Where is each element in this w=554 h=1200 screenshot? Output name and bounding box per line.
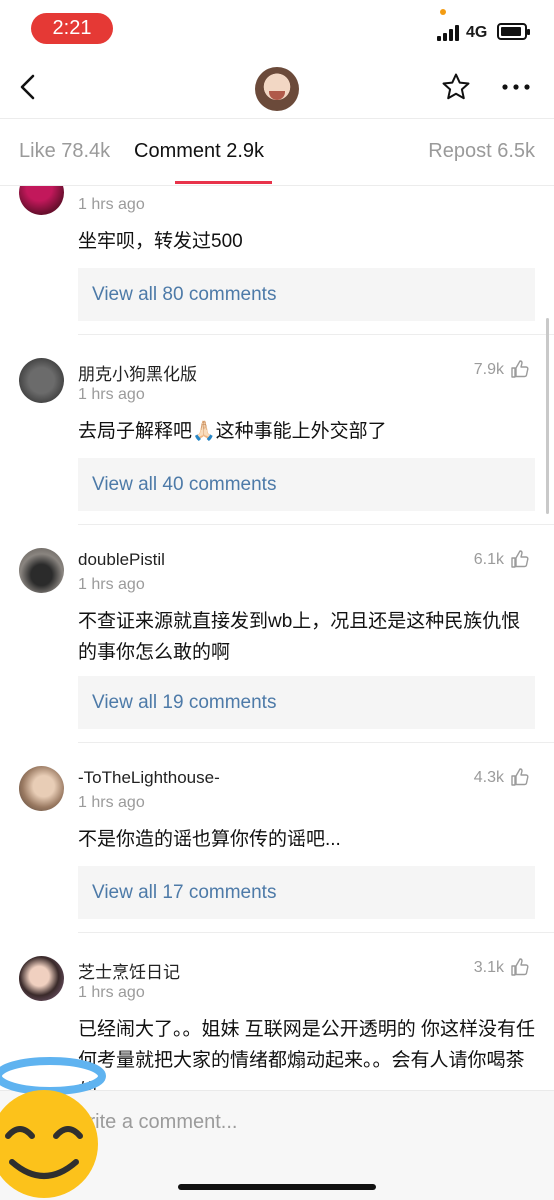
comment-avatar[interactable] (19, 358, 64, 403)
thumbs-up-icon[interactable] (510, 767, 530, 787)
thumbs-up-icon[interactable] (510, 359, 530, 379)
comment-text: 已经闹大了。。姐妹 互联网是公开透明的 你这样没有任何考量就把大家的情绪都煽动起… (78, 1019, 536, 1090)
comment-like-count: 4.3k (473, 769, 504, 786)
view-replies-label: View all 80 comments (92, 284, 277, 305)
signal-icon (437, 25, 461, 41)
more-icon[interactable] (500, 72, 532, 102)
view-replies-label: View all 17 comments (92, 882, 277, 903)
comment-item: 1 hrs ago 坐牢呗，转发过500 View all 80 comment… (0, 186, 554, 335)
comment-time: 1 hrs ago (78, 794, 145, 811)
view-replies-button[interactable]: View all 19 comments (78, 676, 535, 729)
view-replies-button[interactable]: View all 40 comments (78, 458, 535, 511)
comment-avatar[interactable] (19, 186, 64, 215)
comment-like-count: 6.1k (473, 551, 504, 568)
comment-username[interactable]: -ToTheLighthouse- (78, 768, 220, 788)
battery-icon (497, 23, 530, 40)
network-label: 4G (466, 24, 488, 41)
status-time: 2:21 (31, 13, 113, 44)
comment-text: 不查证来源就直接发到wb上，况且还是这种民族仇恨的事你怎么敢的啊 (78, 611, 521, 663)
back-arrow-icon[interactable] (14, 70, 44, 104)
comment-text: 去局子解释吧🙏🏻这种事能上外交部了 (78, 421, 387, 442)
tab-comment[interactable]: Comment 2.9k (134, 140, 264, 163)
comment-item: doublePistil 1 hrs ago 6.1k 不查证来源就直接发到wb… (0, 524, 554, 743)
comment-username[interactable]: doublePistil (78, 550, 165, 570)
comment-username[interactable]: 朋克小狗黑化版 (78, 360, 197, 385)
view-replies-label: View all 19 comments (92, 692, 277, 713)
comment-list[interactable]: 1 hrs ago 坐牢呗，转发过500 View all 80 comment… (0, 186, 554, 1090)
comment-like-count: 3.1k (473, 959, 504, 976)
active-tab-indicator (175, 181, 272, 184)
comment-avatar[interactable] (19, 956, 64, 1001)
smiling-angel-emoji-icon (0, 1057, 106, 1198)
tab-bar: Like 78.4k Comment 2.9k Repost 6.5k (0, 118, 554, 186)
thumbs-up-icon[interactable] (510, 957, 530, 977)
author-avatar[interactable] (255, 67, 299, 111)
comment-username[interactable]: 芝士烹饪日记 (78, 958, 180, 983)
comment-text: 不是你造的谣也算你传的谣吧... (78, 829, 341, 850)
comment-time: 1 hrs ago (78, 196, 145, 213)
tab-repost[interactable]: Repost 6.5k (428, 140, 535, 163)
comment-avatar[interactable] (19, 548, 64, 593)
tab-like[interactable]: Like 78.4k (19, 140, 110, 163)
scrollbar[interactable] (546, 318, 549, 514)
comment-avatar[interactable] (19, 766, 64, 811)
comment-like-count: 7.9k (473, 361, 504, 378)
nav-bar (0, 58, 554, 118)
comment-text: 坐牢呗，转发过500 (78, 231, 243, 252)
recording-dot (440, 9, 446, 15)
view-replies-button[interactable]: View all 80 comments (78, 268, 535, 321)
comment-time: 1 hrs ago (78, 386, 145, 403)
comment-item: -ToTheLighthouse- 1 hrs ago 4.3k 不是你造的谣也… (0, 742, 554, 933)
view-replies-label: View all 40 comments (92, 474, 277, 495)
home-indicator (178, 1184, 376, 1190)
thumbs-up-icon[interactable] (510, 549, 530, 569)
status-bar: 2:21 4G (0, 0, 554, 58)
view-replies-button[interactable]: View all 17 comments (78, 866, 535, 919)
comment-time: 1 hrs ago (78, 984, 145, 1001)
comment-time: 1 hrs ago (78, 576, 145, 593)
comment-item: 朋克小狗黑化版 1 hrs ago 7.9k 去局子解释吧🙏🏻这种事能上外交部了… (0, 334, 554, 525)
star-icon[interactable] (441, 72, 471, 102)
